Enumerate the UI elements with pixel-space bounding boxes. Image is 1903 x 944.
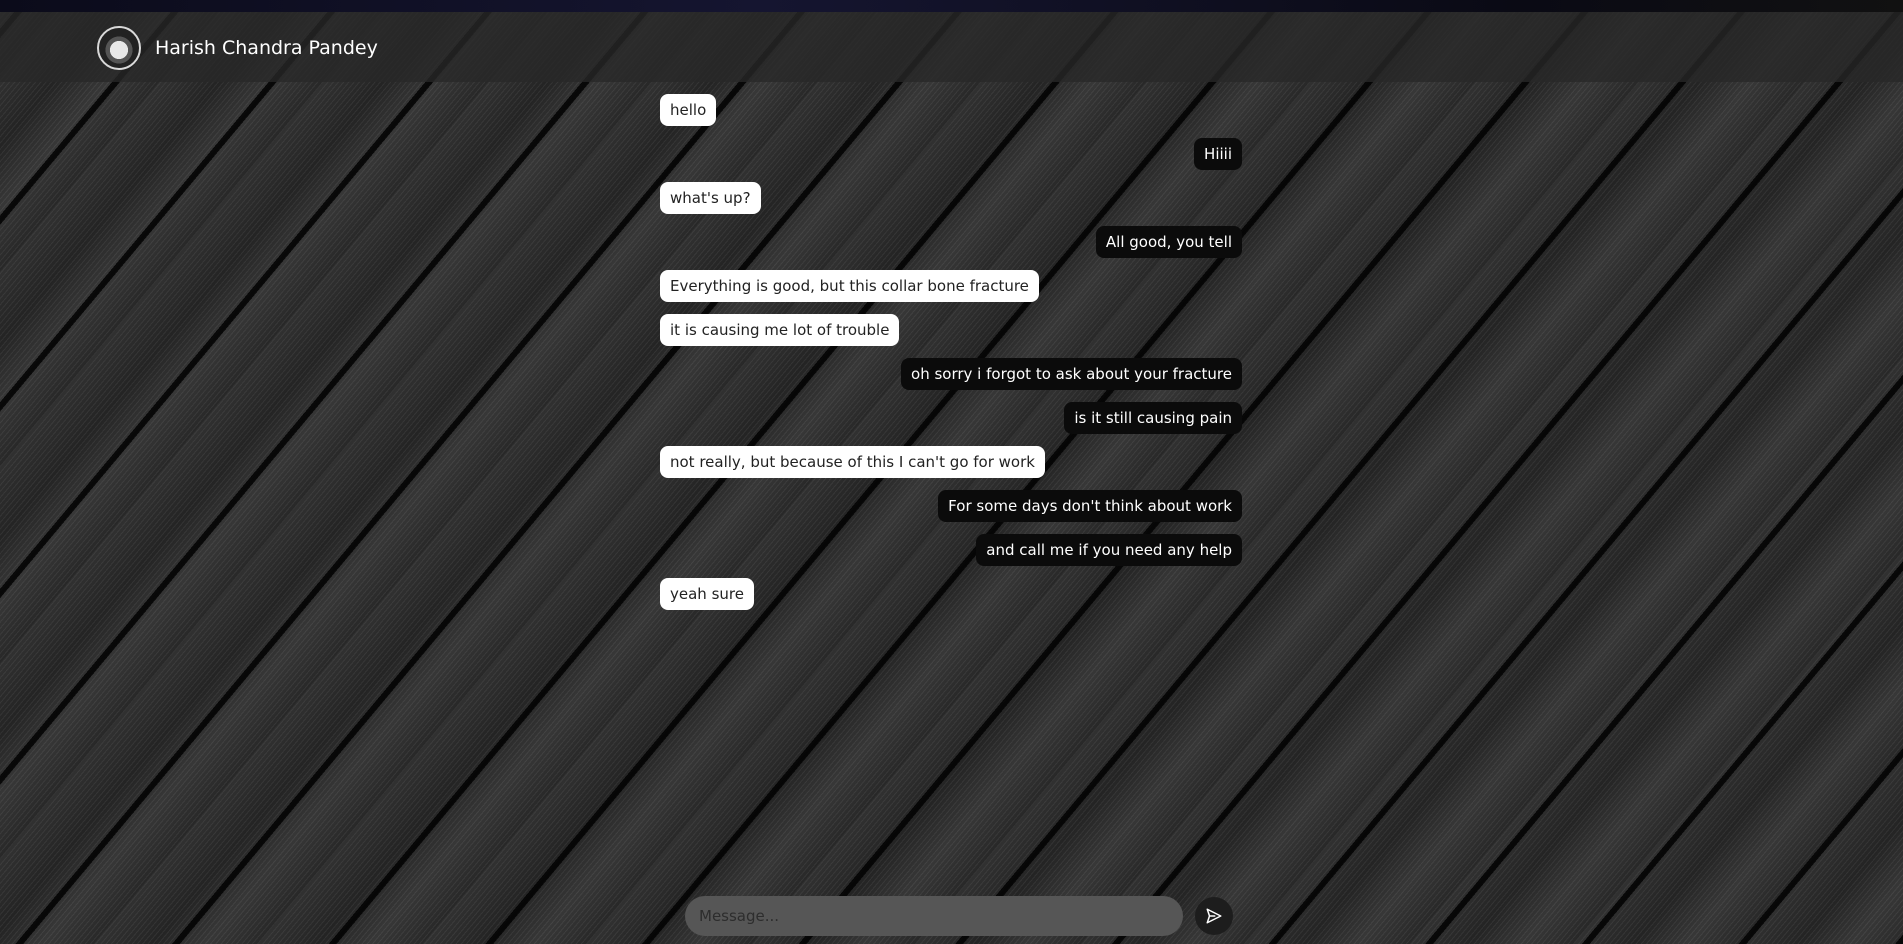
message-received: what's up? xyxy=(660,182,761,214)
avatar[interactable] xyxy=(97,26,141,70)
message-sent: For some days don't think about work xyxy=(938,490,1242,522)
message-sent: is it still causing pain xyxy=(1064,402,1242,434)
message-received: not really, but because of this I can't … xyxy=(660,446,1045,478)
message-sent: and call me if you need any help xyxy=(976,534,1242,566)
message-sent: Hiiii xyxy=(1194,138,1242,170)
message-sent: oh sorry i forgot to ask about your frac… xyxy=(901,358,1242,390)
message-received: yeah sure xyxy=(660,578,754,610)
message-input[interactable] xyxy=(685,896,1183,936)
message-received: it is causing me lot of trouble xyxy=(660,314,900,346)
send-icon xyxy=(1205,907,1223,925)
chat-window: Harish Chandra Pandey hello Hiiii what's… xyxy=(0,0,1903,944)
message-received: hello xyxy=(660,94,717,126)
chat-header: Harish Chandra Pandey xyxy=(0,12,1903,82)
browser-top-strip xyxy=(0,0,1903,12)
send-button[interactable] xyxy=(1195,897,1233,935)
message-received: Everything is good, but this collar bone… xyxy=(660,270,1039,302)
message-sent: All good, you tell xyxy=(1095,226,1242,258)
contact-name: Harish Chandra Pandey xyxy=(155,37,378,59)
